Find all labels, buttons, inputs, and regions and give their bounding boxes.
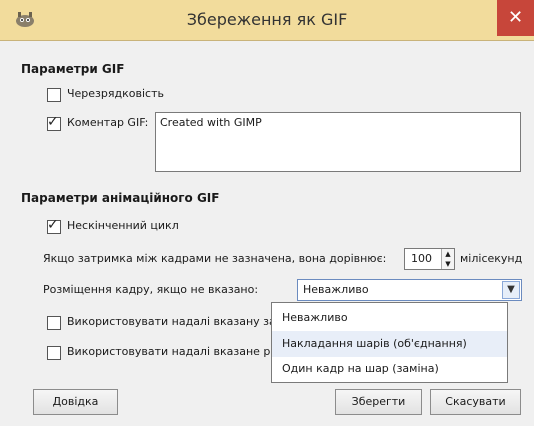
disposal-select[interactable]: Неважливо ▼ xyxy=(297,279,522,301)
delay-spinbox[interactable]: 100 ▲ ▼ xyxy=(404,248,455,270)
delay-value: 100 xyxy=(411,252,432,265)
checkmark-icon: ✓ xyxy=(47,114,59,130)
use-delay-checkbox[interactable] xyxy=(47,316,61,330)
comment-textarea[interactable]: Created with GIMP xyxy=(155,112,521,172)
loop-checkbox[interactable]: ✓ xyxy=(47,217,61,234)
loop-label: Нескінченний цикл xyxy=(67,219,179,232)
interlace-label: Черезрядковість xyxy=(67,87,164,100)
dropdown-option[interactable]: Накладання шарів (об'єднання) xyxy=(272,331,507,357)
comment-label: Коментар GIF: xyxy=(67,116,149,129)
disposal-selected: Неважливо xyxy=(303,283,369,296)
close-icon: ✕ xyxy=(507,7,524,28)
dropdown-option[interactable]: Один кадр на шар (заміна) xyxy=(272,356,507,382)
interlace-checkbox[interactable] xyxy=(47,88,61,102)
disposal-dropdown-list: Неважливо Накладання шарів (об'єднання) … xyxy=(271,302,508,383)
help-button[interactable]: Довідка xyxy=(33,389,118,415)
use-delay-label: Використовувати надалі вказану за xyxy=(67,315,276,328)
title-bar: Збереження як GIF ✕ xyxy=(0,0,534,41)
use-disposal-label: Використовувати надалі вказане р xyxy=(67,345,271,358)
anim-params-heading: Параметри анімаційного GIF xyxy=(21,191,220,205)
chevron-down-icon[interactable]: ▼ xyxy=(502,281,520,299)
comment-checkbox[interactable]: ✓ xyxy=(47,114,61,131)
close-button[interactable]: ✕ xyxy=(497,0,534,36)
save-button[interactable]: Зберегти xyxy=(335,389,422,415)
cancel-button[interactable]: Скасувати xyxy=(430,389,521,415)
disposal-label: Розміщення кадру, якщо не вказано: xyxy=(43,283,259,296)
delay-label: Якщо затримка між кадрами не зазначена, … xyxy=(43,252,387,265)
dropdown-option[interactable]: Неважливо xyxy=(272,305,507,331)
delay-unit: мілісекунд xyxy=(460,252,523,265)
checkmark-icon: ✓ xyxy=(47,217,59,233)
window-title: Збереження як GIF xyxy=(186,10,348,29)
spin-arrows-icon[interactable]: ▲ ▼ xyxy=(441,249,454,269)
gif-params-heading: Параметри GIF xyxy=(21,62,125,76)
use-disposal-checkbox[interactable] xyxy=(47,346,61,360)
